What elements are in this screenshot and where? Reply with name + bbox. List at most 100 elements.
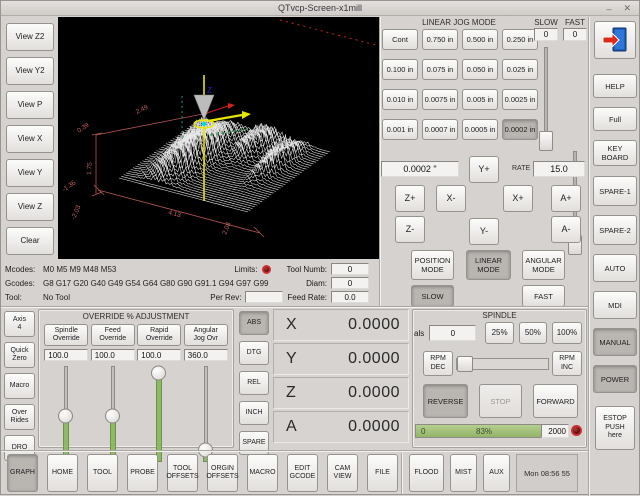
tab-quick-zero[interactable]: Quick Zero [4, 342, 35, 368]
jog-increment-00075[interactable]: 0.0075 in [422, 89, 458, 110]
spindle-override-slider[interactable] [57, 366, 75, 462]
spare-2-button[interactable]: SPARE-2 [593, 215, 637, 245]
jog-increment-0250[interactable]: 0.250 in [502, 29, 538, 50]
dro-tab-abs[interactable]: ABS [239, 311, 269, 335]
nav-graph-button[interactable]: GRAPH [7, 454, 38, 492]
jog-z-plus-button[interactable]: Z+ [395, 185, 425, 212]
jog-z-minus-button[interactable]: Z- [395, 216, 425, 243]
jog-increment-0025[interactable]: 0.025 in [502, 59, 538, 80]
jog-y-plus-button[interactable]: Y+ [469, 156, 499, 183]
feed-override-slider[interactable] [104, 366, 122, 462]
rpm-dec-button[interactable]: RPM DEC [423, 351, 453, 376]
mdi-mode-button[interactable]: MDI [593, 291, 637, 319]
keyboard-button[interactable]: KEY BOARD [593, 140, 637, 166]
rapid-override-button[interactable]: Rapid Override [137, 324, 181, 346]
jog-increment-00002[interactable]: 0.0002 in [502, 119, 538, 140]
dro-axis-value: 0.0000 [348, 316, 400, 334]
estop-button[interactable]: ESTOP PUSH here [595, 406, 635, 450]
jog-increment-00025[interactable]: 0.0025 in [502, 89, 538, 110]
jog-a-plus-button[interactable]: A+ [551, 185, 581, 212]
tab-macro[interactable]: Macro [4, 373, 35, 399]
spindle-rpm-slider[interactable] [456, 354, 549, 374]
spindle-50pct-button[interactable]: 50% [519, 322, 547, 344]
view-y2-button[interactable]: View Y2 [6, 57, 54, 85]
nav-file-button[interactable]: FILE [367, 454, 398, 492]
view-x-button[interactable]: View X [6, 125, 54, 153]
spare-1-button[interactable]: SPARE-1 [593, 176, 637, 206]
auto-mode-button[interactable]: AUTO [593, 254, 637, 282]
nav-tool-button[interactable]: TOOL [87, 454, 118, 492]
full-button[interactable]: Full [593, 107, 637, 131]
jog-increment-0500[interactable]: 0.500 in [462, 29, 498, 50]
manual-mode-button[interactable]: MANUAL [593, 328, 637, 356]
linear-mode-button[interactable]: LINEAR MODE [466, 250, 511, 280]
spindle-rpm-spinbox[interactable]: 2000 [541, 424, 569, 438]
spindle-100pct-button[interactable]: 100% [552, 322, 582, 344]
clear-button[interactable]: Clear [6, 227, 54, 255]
dro-tab-inch[interactable]: INCH [239, 401, 269, 425]
exit-button[interactable] [594, 21, 636, 59]
per-rev-field[interactable] [245, 291, 283, 303]
jog-a-minus-button[interactable]: A- [551, 216, 581, 243]
view-z-button[interactable]: View Z [6, 193, 54, 221]
close-button[interactable]: ✕ [623, 3, 631, 14]
spindle-reverse-button[interactable]: REVERSE [423, 384, 468, 418]
nav-edit-gcode-button[interactable]: EDIT GCODE [287, 454, 318, 492]
nav-tool-offsets-button[interactable]: TOOL OFFSETS [167, 454, 198, 492]
jog-increment-cont[interactable]: Cont [382, 29, 418, 50]
tool-numb-field[interactable]: 0 [331, 263, 369, 275]
fast-rate-spinbox[interactable]: 0 [563, 28, 587, 41]
nav-home-button[interactable]: HOME [47, 454, 78, 492]
spindle-forward-button[interactable]: FORWARD [533, 384, 578, 418]
nav-orgin-offsets-button[interactable]: ORGIN OFFSETS [207, 454, 238, 492]
jog-y-minus-button[interactable]: Y- [469, 218, 499, 245]
jog-increment-0005[interactable]: 0.005 in [462, 89, 498, 110]
svg-text:1.75: 1.75 [86, 162, 94, 175]
dro-tab-dtg[interactable]: DTG [239, 341, 269, 365]
nav-macro-button[interactable]: MACRO [247, 454, 278, 492]
angular-mode-button[interactable]: ANGULAR MODE [522, 250, 565, 280]
view-y-button[interactable]: View Y [6, 159, 54, 187]
tab-over-rides[interactable]: Over Rides [4, 404, 35, 430]
minimize-button[interactable]: – [606, 4, 611, 14]
spindle-rpm-slider-handle[interactable] [457, 356, 473, 372]
spindle-override-button[interactable]: Spindle Override [44, 324, 88, 346]
slow-rate-spinbox[interactable]: 0 [534, 28, 558, 41]
help-button[interactable]: HELP [593, 74, 637, 98]
spindle-override-group: Spindle Override 100.0 [44, 324, 88, 462]
flood-button[interactable]: FLOOD [409, 454, 444, 492]
dro-tab-rel[interactable]: REL [239, 371, 269, 395]
feed-rate-field[interactable]: 0.0 [331, 291, 369, 303]
feed-override-button[interactable]: Feed Override [91, 324, 135, 346]
jog-increment-0750[interactable]: 0.750 in [422, 29, 458, 50]
jog-increment-00007[interactable]: 0.0007 in [422, 119, 458, 140]
mist-button[interactable]: MIST [450, 454, 477, 492]
jog-increment-00005[interactable]: 0.0005 in [462, 119, 498, 140]
view-p-button[interactable]: View P [6, 91, 54, 119]
angular-jog-override-slider[interactable] [197, 366, 215, 462]
spindle-stop-button[interactable]: STOP [479, 384, 522, 418]
gremlin-3d-view[interactable]: 0.39 1.75 -1.36 2.49 4.13 -2.03 2.08 Z [58, 17, 379, 259]
jog-increment-0100[interactable]: 0.100 in [382, 59, 418, 80]
diam-field[interactable]: 0 [331, 277, 369, 289]
jog-increment-0010[interactable]: 0.010 in [382, 89, 418, 110]
fast-speed-button[interactable]: FAST [522, 285, 565, 307]
slow-speed-button[interactable]: SLOW [411, 285, 454, 307]
jog-increment-0050[interactable]: 0.050 in [462, 59, 498, 80]
rpm-inc-button[interactable]: RPM INC [552, 351, 582, 376]
jog-x-plus-button[interactable]: X+ [503, 185, 533, 212]
jog-x-minus-button[interactable]: X- [436, 185, 466, 212]
angular-jog-override-button[interactable]: Angular Jog Ovr [184, 324, 228, 346]
nav-cam-view-button[interactable]: CAM VIEW [327, 454, 358, 492]
slow-rate-slider[interactable] [539, 47, 553, 151]
jog-increment-0001[interactable]: 0.001 in [382, 119, 418, 140]
nav-probe-button[interactable]: PROBE [127, 454, 158, 492]
spindle-25pct-button[interactable]: 25% [485, 322, 513, 344]
rapid-override-slider[interactable] [150, 366, 168, 462]
position-mode-button[interactable]: POSITION MODE [411, 250, 454, 280]
jog-increment-0075[interactable]: 0.075 in [422, 59, 458, 80]
power-button[interactable]: POWER [593, 365, 637, 393]
tab-axis-4[interactable]: Axis 4 [4, 311, 35, 337]
aux-button[interactable]: AUX [483, 454, 510, 492]
view-z2-button[interactable]: View Z2 [6, 23, 54, 51]
